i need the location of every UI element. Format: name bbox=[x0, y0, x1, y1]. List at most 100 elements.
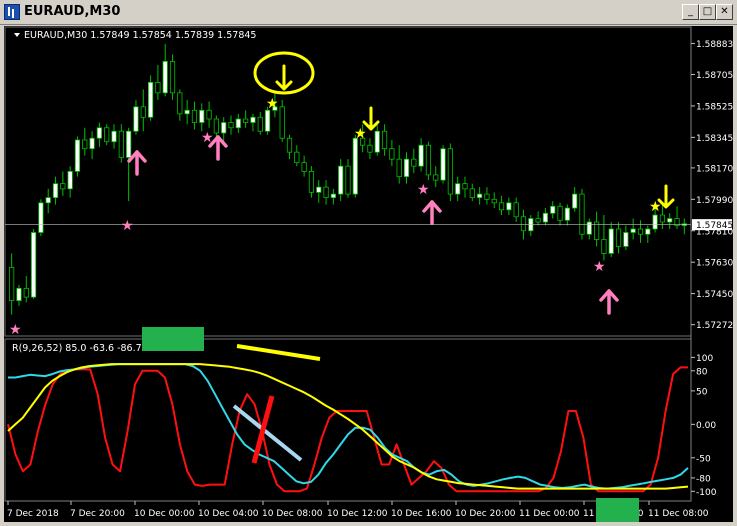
candle bbox=[9, 253, 15, 315]
price-tick-label: 1.58345 bbox=[696, 134, 733, 144]
candle bbox=[126, 127, 132, 202]
time-tick-label: 10 Dec 16:00 bbox=[391, 509, 452, 519]
candle-body bbox=[301, 162, 307, 172]
candle-body bbox=[374, 130, 380, 153]
candle bbox=[52, 176, 59, 205]
candle-body bbox=[330, 193, 336, 198]
candle bbox=[462, 176, 468, 198]
candle-body bbox=[235, 118, 241, 129]
candle bbox=[469, 183, 475, 202]
candle-body bbox=[118, 130, 124, 158]
chart-window: EURAUD,M30 _ □ ✕ 1.58883 1.58705 1.58525 1.… bbox=[0, 0, 737, 526]
candle-body bbox=[228, 122, 234, 129]
candle-body bbox=[564, 207, 570, 221]
candlestick-series bbox=[9, 43, 687, 315]
minimize-button[interactable]: _ bbox=[682, 4, 699, 20]
time-tick-label: 10 Dec 00:00 bbox=[134, 509, 195, 519]
candle-body bbox=[455, 183, 461, 195]
candle-body bbox=[294, 151, 300, 164]
candle-body bbox=[140, 106, 146, 118]
candle-body bbox=[147, 81, 154, 118]
candle-body bbox=[579, 193, 585, 235]
candle-body bbox=[367, 144, 373, 153]
candle bbox=[330, 188, 336, 205]
price-tick-label: 1.58170 bbox=[696, 164, 733, 174]
price-tick-label: 1.58705 bbox=[696, 71, 733, 81]
candle bbox=[30, 229, 37, 299]
candle-body bbox=[659, 214, 666, 223]
candle-body bbox=[520, 216, 527, 232]
title-bar[interactable]: EURAUD,M30 _ □ ✕ bbox=[0, 0, 737, 25]
candle bbox=[667, 213, 673, 230]
dropdown-arrow-icon[interactable] bbox=[14, 33, 20, 37]
candle-body bbox=[184, 109, 190, 115]
candle-body bbox=[484, 193, 490, 200]
candle bbox=[528, 215, 534, 236]
candle-body bbox=[133, 106, 139, 132]
arrow-up-icon bbox=[127, 150, 147, 176]
trend-line-red bbox=[251, 395, 275, 464]
oscillator-tick-label: -80 bbox=[696, 474, 711, 484]
chart-area[interactable]: 1.58883 1.58705 1.58525 1.58345 1.58170 1.579… bbox=[4, 26, 733, 522]
candle-body bbox=[213, 118, 219, 134]
time-tick-label: 11 Dec 00:00 bbox=[519, 509, 580, 519]
candle bbox=[111, 124, 117, 149]
candle bbox=[506, 197, 512, 216]
oscillator-title: R(9,26,52) 85.0 -63.6 -86.7 bbox=[12, 343, 142, 354]
star-icon: ★ bbox=[354, 126, 367, 142]
candle bbox=[374, 124, 380, 156]
price-tick-label: 1.57272 bbox=[696, 321, 733, 331]
candle bbox=[243, 110, 249, 128]
oscillator-series bbox=[7, 363, 689, 493]
current-price-label: 1.57845 bbox=[696, 221, 733, 231]
candle bbox=[586, 218, 592, 240]
price-tick-label: 1.57630 bbox=[696, 259, 733, 269]
candle-body bbox=[82, 139, 88, 150]
oscillator-line-2 bbox=[7, 363, 689, 490]
candle bbox=[184, 99, 190, 125]
oscillator-tick-label: 100 bbox=[696, 354, 713, 364]
candle-body bbox=[447, 148, 453, 195]
star-icon: ★ bbox=[121, 218, 134, 234]
candle-body bbox=[491, 198, 497, 204]
candle bbox=[74, 136, 81, 177]
candle bbox=[418, 138, 424, 172]
candle bbox=[579, 188, 585, 240]
candle bbox=[257, 112, 263, 135]
candle bbox=[155, 64, 161, 100]
candle bbox=[484, 187, 490, 205]
chart-svg[interactable]: 1.58883 1.58705 1.58525 1.58345 1.58170 1.579… bbox=[4, 26, 733, 522]
candle bbox=[316, 180, 322, 203]
time-tick-label: 7 Dec 2018 bbox=[7, 509, 59, 519]
candle bbox=[118, 124, 124, 163]
candle bbox=[45, 188, 51, 214]
candle bbox=[352, 134, 358, 198]
candle-body bbox=[52, 183, 59, 198]
price-panel-title: EURAUD,M30 1.57849 1.57854 1.57839 1.578… bbox=[24, 30, 256, 41]
candle bbox=[615, 222, 622, 254]
candle bbox=[140, 89, 146, 132]
candle bbox=[572, 187, 578, 212]
candle-body bbox=[469, 188, 475, 198]
candle bbox=[133, 99, 139, 135]
oscillator-tick-label: 80 bbox=[696, 367, 708, 377]
candle-body bbox=[338, 165, 344, 195]
maximize-button[interactable]: □ bbox=[699, 4, 716, 20]
candle-body bbox=[199, 109, 205, 123]
candle-body bbox=[652, 214, 658, 230]
candle bbox=[67, 166, 73, 198]
green-marker-block bbox=[142, 327, 204, 351]
candle-body bbox=[257, 116, 263, 132]
oscillator-tick-label: 50 bbox=[696, 387, 708, 397]
candle-body bbox=[498, 202, 505, 211]
candle-body bbox=[191, 109, 198, 123]
candle-body bbox=[30, 232, 37, 298]
candle-body bbox=[506, 202, 512, 211]
candle-body bbox=[111, 130, 117, 143]
candle-body bbox=[542, 212, 549, 223]
candle-body bbox=[440, 148, 446, 181]
price-tick-label: 1.57450 bbox=[696, 290, 733, 300]
window-title: EURAUD,M30 bbox=[24, 4, 121, 19]
close-button[interactable]: ✕ bbox=[716, 4, 733, 20]
candle bbox=[557, 202, 563, 226]
